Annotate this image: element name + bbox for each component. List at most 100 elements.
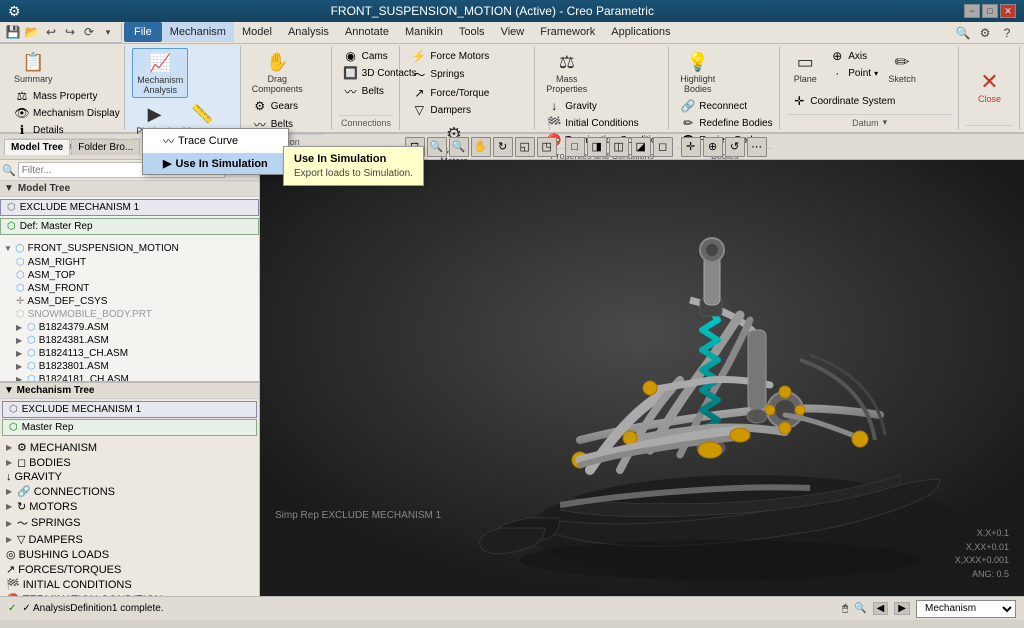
more-view-button[interactable]: ⋯ xyxy=(747,137,767,157)
tree-item-asm-right[interactable]: ⬡ ASM_RIGHT xyxy=(2,256,257,269)
mech-item-dampers[interactable]: ▶▽ DAMPERS xyxy=(2,532,257,547)
menu-applications[interactable]: Applications xyxy=(603,22,678,42)
tooltip-description: Export loads to Simulation. xyxy=(294,168,413,179)
tree-item-asm-top[interactable]: ⬡ ASM_TOP xyxy=(2,269,257,282)
rotate-button[interactable]: ↻ xyxy=(493,137,513,157)
more-qat-button[interactable]: ▾ xyxy=(99,23,117,41)
belts-connections-button[interactable]: 〰Belts xyxy=(339,82,388,101)
tree-item-b1824181[interactable]: ▶⬡ B1824181_CH.ASM xyxy=(2,373,257,381)
redo-qat-button[interactable]: ↪ xyxy=(61,23,79,41)
tree-item-b1823801[interactable]: ▶⬡ B1823801.ASM xyxy=(2,360,257,373)
reconnect-button[interactable]: 🔗Reconnect xyxy=(676,98,776,114)
close-window-button[interactable]: ✕ xyxy=(1000,4,1016,18)
minimize-button[interactable]: − xyxy=(964,4,980,18)
mech-item-springs[interactable]: ▶〜 SPRINGS xyxy=(2,514,257,532)
csys-display-button[interactable]: ⊕ xyxy=(703,137,723,157)
zoom-in-button[interactable]: 🔍 xyxy=(427,137,447,157)
maximize-button[interactable]: □ xyxy=(982,4,998,18)
mech-item-initial[interactable]: 🏁 INITIAL CONDITIONS xyxy=(2,577,257,592)
datum-display-button[interactable]: ✛ xyxy=(681,137,701,157)
springs-button[interactable]: 〜Springs xyxy=(407,65,493,84)
close-ribbon-button[interactable]: ✕ Close xyxy=(972,68,1008,106)
tree-item-b1824113[interactable]: ▶⬡ B1824113_CH.ASM xyxy=(2,347,257,360)
redefine-bodies-button[interactable]: ✏Redefine Bodies xyxy=(676,115,776,131)
view1-button[interactable]: ◱ xyxy=(515,137,535,157)
model-tree-collapse-icon[interactable]: ▼ xyxy=(4,183,14,194)
nav-right-button[interactable]: ▶ xyxy=(894,602,910,615)
display-mode-button[interactable]: □ xyxy=(565,137,585,157)
tree-item-snowmobile-body[interactable]: ⬡ SNOWMOBILE_BODY.PRT xyxy=(2,308,257,321)
help-button[interactable]: ? xyxy=(998,24,1016,42)
mech-item-gravity[interactable]: ↓ GRAVITY xyxy=(2,470,257,484)
sketch-button[interactable]: ✏ Sketch xyxy=(884,48,920,86)
ribbon-group-bodies: 💡 HighlightBodies 🔗Reconnect ✏Redefine B… xyxy=(670,46,780,130)
force-motors-button[interactable]: ⚡Force Motors xyxy=(407,48,493,64)
menu-framework[interactable]: Framework xyxy=(532,22,603,42)
nav-left-button[interactable]: ◀ xyxy=(873,602,889,615)
axis-button[interactable]: ⊕Axis xyxy=(825,48,882,64)
edge-button[interactable]: ◫ xyxy=(609,137,629,157)
spin-button[interactable]: ↺ xyxy=(725,137,745,157)
mass-property-button[interactable]: ⚖Mass Property xyxy=(10,88,124,104)
mech-item-motors[interactable]: ▶↻ MOTORS xyxy=(2,499,257,514)
tree-item-front-suspension[interactable]: ▼ ⬡ FRONT_SUSPENSION_MOTION xyxy=(2,241,257,256)
gears-button[interactable]: ⚙Gears xyxy=(248,98,302,114)
model-tree-tab[interactable]: Model Tree xyxy=(4,139,70,155)
cams-button[interactable]: ◉Cams xyxy=(339,48,392,64)
menu-manikin[interactable]: Manikin xyxy=(397,22,451,42)
menu-tools[interactable]: Tools xyxy=(451,22,493,42)
refresh-qat-button[interactable]: ⟳ xyxy=(80,23,98,41)
mass-properties-button[interactable]: ⚖ MassProperties xyxy=(542,48,591,96)
mech-item-termination[interactable]: ⛔ TERMINATION CONDITION xyxy=(2,592,257,596)
menu-annotate[interactable]: Annotate xyxy=(337,22,397,42)
tree-item-asm-def-csys[interactable]: ✛ ASM_DEF_CSYS xyxy=(2,295,257,308)
menu-mechanism[interactable]: Mechanism xyxy=(162,22,234,42)
viewport[interactable]: Simp Rep EXCLUDE MECHANISM 1 X,X+0.1X,XX… xyxy=(260,160,1024,596)
tree-item-b1824381[interactable]: ▶⬡ B1824381.ASM xyxy=(2,334,257,347)
gravity-button[interactable]: ↓Gravity xyxy=(542,98,671,114)
force-torque-button[interactable]: ↗Force/Torque xyxy=(407,85,493,101)
mechanism-display-button[interactable]: 👁Mechanism Display xyxy=(10,105,124,121)
tree-item-b1824379[interactable]: ▶⬡ B1824379.ASM xyxy=(2,321,257,334)
settings-button[interactable]: ⚙ xyxy=(976,24,994,42)
view2-button[interactable]: ◳ xyxy=(537,137,557,157)
menu-file[interactable]: File xyxy=(124,22,162,42)
no-hidden-button[interactable]: ◪ xyxy=(631,137,651,157)
pan-button[interactable]: ✋ xyxy=(471,137,491,157)
zoom-out-button[interactable]: 🔍 xyxy=(449,137,469,157)
wireframe-button[interactable]: ◻ xyxy=(653,137,673,157)
trace-curve-menu-item[interactable]: 〰 Trace Curve xyxy=(143,129,288,153)
mechanism-selector[interactable]: Mechanism xyxy=(916,600,1016,618)
status-check-icon: ✓ xyxy=(8,603,16,614)
details-button[interactable]: ℹDetails xyxy=(10,122,124,138)
save-qat-button[interactable]: 💾 xyxy=(4,23,22,41)
open-qat-button[interactable]: 📂 xyxy=(23,23,41,41)
trace-curve-label: Trace Curve xyxy=(178,135,238,147)
tree-item-asm-front[interactable]: ⬡ ASM_FRONT xyxy=(2,282,257,295)
mech-item-forces[interactable]: ↗ FORCES/TORQUES xyxy=(2,562,257,577)
undo-qat-button[interactable]: ↩ xyxy=(42,23,60,41)
plane-button[interactable]: ▭ Plane xyxy=(787,48,823,86)
folder-browser-tab[interactable]: Folder Bro... xyxy=(71,139,140,155)
menu-model[interactable]: Model xyxy=(234,22,280,42)
point-ribbon-button[interactable]: ·Point ▾ xyxy=(825,65,882,81)
coordinate-system-button[interactable]: ✛Coordinate System xyxy=(787,93,899,109)
shading-button[interactable]: ◨ xyxy=(587,137,607,157)
menu-analysis[interactable]: Analysis xyxy=(280,22,337,42)
highlight-bodies-button[interactable]: 💡 HighlightBodies xyxy=(676,48,719,96)
mech-item-bodies[interactable]: ▶◻ BODIES xyxy=(2,455,257,470)
model-tree-title: Model Tree xyxy=(18,183,70,194)
search-button[interactable]: 🔍 xyxy=(954,24,972,42)
initial-conditions-button[interactable]: 🏁Initial Conditions xyxy=(542,115,671,131)
use-in-simulation-menu-item[interactable]: ▶ Use In Simulation xyxy=(143,153,288,174)
mech-item-bushing[interactable]: ◎ BUSHING LOADS xyxy=(2,547,257,562)
mechanism-analysis-button[interactable]: 📈 MechanismAnalysis xyxy=(132,48,188,98)
mech-item-mechanism[interactable]: ▶⚙ MECHANISM xyxy=(2,440,257,455)
drag-components-button[interactable]: ✋ DragComponents xyxy=(248,48,307,96)
mech-item-connections[interactable]: ▶🔗 CONNECTIONS xyxy=(2,484,257,499)
summary-button[interactable]: 📋 Summary xyxy=(10,48,57,86)
datum-group-label[interactable]: Datum ▾ xyxy=(787,114,952,128)
menu-view[interactable]: View xyxy=(493,22,533,42)
mechanism-analysis-icon: 📈 xyxy=(148,51,172,75)
dampers-button[interactable]: ▽Dampers xyxy=(407,102,493,118)
